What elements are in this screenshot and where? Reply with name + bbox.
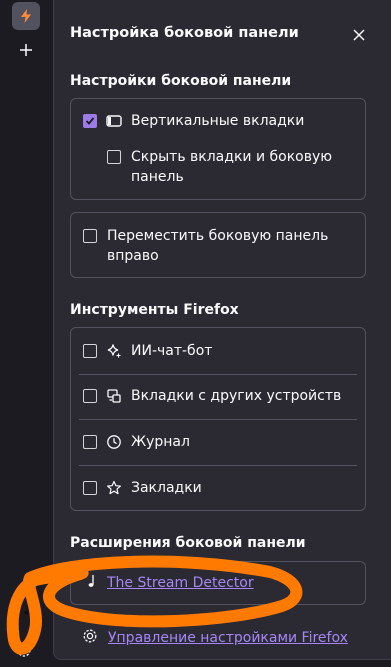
- close-icon[interactable]: [347, 23, 371, 47]
- vertical-tabs-checkbox[interactable]: [83, 114, 97, 128]
- synced-devices-icon: [105, 387, 123, 405]
- sidebar-launcher: [0, 0, 52, 667]
- extension-link[interactable]: The Stream Detector: [107, 575, 254, 591]
- chatbot-label: ИИ-чат-бот: [131, 343, 213, 359]
- vertical-tabs-option[interactable]: Вертикальные вкладки: [83, 111, 304, 131]
- plus-icon[interactable]: [16, 38, 36, 62]
- star-icon: [105, 479, 123, 497]
- tool-item-chatbot[interactable]: ИИ-чат-бот: [83, 341, 212, 361]
- music-note-icon[interactable]: [20, 598, 36, 618]
- gear-icon[interactable]: [14, 640, 34, 660]
- divider: [79, 374, 357, 375]
- divider: [79, 465, 357, 466]
- bookmarks-checkbox[interactable]: [83, 481, 97, 495]
- history-label: Журнал: [131, 434, 190, 450]
- sidebar-settings-heading: Настройки боковой панели: [70, 73, 292, 89]
- extension-item[interactable]: The Stream Detector: [87, 574, 254, 592]
- tool-item-history[interactable]: Журнал: [83, 432, 190, 452]
- move-right-label-line2: вправо: [107, 248, 159, 264]
- position-settings-box: Переместить боковую панель вправо: [70, 212, 366, 278]
- sidebar-icon: [105, 112, 123, 130]
- tabs-settings-box: Вертикальные вкладки Скрыть вкладки и бо…: [70, 98, 366, 200]
- lightning-icon[interactable]: [12, 2, 40, 30]
- hide-tabs-option[interactable]: Скрыть вкладки и боковую панель: [107, 147, 332, 187]
- tool-item-bookmarks[interactable]: Закладки: [83, 478, 202, 498]
- bookmarks-label: Закладки: [131, 480, 202, 496]
- gear-icon: [82, 628, 98, 648]
- firefox-tools-box: ИИ-чат-бот Вкладки с других устройств Жу…: [70, 327, 366, 511]
- extensions-heading: Расширения боковой панели: [70, 535, 306, 551]
- move-right-checkbox[interactable]: [83, 229, 97, 243]
- tool-item-synced-tabs[interactable]: Вкладки с других устройств: [83, 386, 341, 406]
- move-right-label-line1: Переместить боковую панель: [107, 228, 329, 244]
- divider: [79, 419, 357, 420]
- synced-tabs-label: Вкладки с других устройств: [131, 388, 342, 404]
- firefox-tools-heading: Инструменты Firefox: [70, 302, 239, 318]
- manage-settings-link[interactable]: Управление настройками Firefox: [108, 630, 348, 646]
- synced-tabs-checkbox[interactable]: [83, 389, 97, 403]
- extensions-box: The Stream Detector: [70, 561, 366, 605]
- hide-tabs-label-line2: панель: [131, 169, 184, 185]
- move-right-option[interactable]: Переместить боковую панель вправо: [83, 226, 328, 266]
- chatbot-checkbox[interactable]: [83, 344, 97, 358]
- panel-title: Настройка боковой панели: [70, 25, 299, 41]
- music-note-icon: [87, 574, 97, 592]
- customize-sidebar-panel: Настройка боковой панели Настройки боков…: [53, 0, 391, 660]
- sparkle-icon: [105, 342, 123, 360]
- manage-settings-row[interactable]: Управление настройками Firefox: [82, 628, 348, 648]
- hide-tabs-checkbox[interactable]: [107, 150, 121, 164]
- hide-tabs-label-line1: Скрыть вкладки и боковую: [131, 149, 333, 165]
- vertical-tabs-label: Вертикальные вкладки: [131, 113, 305, 129]
- history-checkbox[interactable]: [83, 435, 97, 449]
- history-clock-icon: [105, 433, 123, 451]
